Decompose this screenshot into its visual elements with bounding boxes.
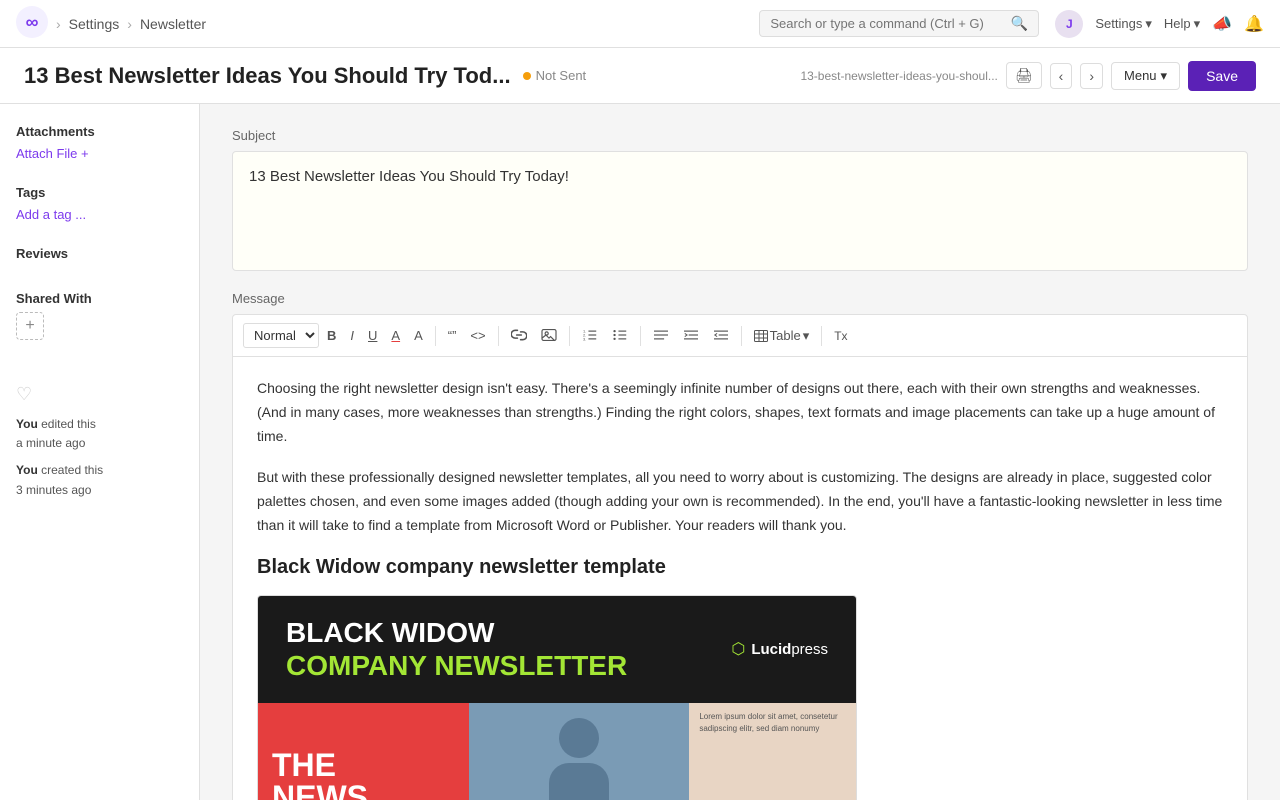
nav-actions: J Settings ▾ Help ▾ 📣 🔔 [1055,10,1264,38]
editor-para-2: But with these professionally designed n… [257,466,1223,537]
editor-toolbar: Normal B I U A A “” <> [233,315,1247,357]
slug-text: 13-best-newsletter-ideas-you-shoul... [800,69,997,83]
bold-button[interactable]: B [321,325,342,346]
shared-with-title: Shared With [16,291,183,306]
toolbar-divider-6 [821,326,822,346]
tags-title: Tags [16,185,183,200]
attachments-section: Attachments Attach File + [16,124,183,161]
main-layout: Attachments Attach File + Tags Add a tag… [0,104,1280,800]
indent-right-button[interactable] [677,324,705,348]
mockup-news-line1: THE [272,749,336,781]
prev-button[interactable]: ‹ [1050,63,1073,89]
font-color-button[interactable]: A [385,325,406,346]
reviews-section: Reviews [16,246,183,267]
link-button[interactable] [505,324,533,348]
shared-add-button[interactable]: + [16,312,44,340]
toolbar-divider-3 [569,326,570,346]
clear-format-button[interactable]: Tx [828,326,853,346]
toolbar-divider-5 [741,326,742,346]
activity-section: ♡ You edited this a minute ago You creat… [16,372,183,500]
table-label: Table [770,328,801,343]
message-section: Normal B I U A A “” <> [232,314,1248,800]
code-button[interactable]: <> [464,325,491,346]
reviews-title: Reviews [16,246,183,261]
subject-label: Subject [232,128,1248,143]
style-select[interactable]: Normal [243,323,319,348]
image-button[interactable] [535,324,563,348]
doc-title: 13 Best Newsletter Ideas You Should Try … [24,63,511,89]
mockup-body: THE NEWS [258,703,856,800]
svg-text:3.: 3. [583,336,586,341]
highlight-button[interactable]: A [408,325,429,346]
attach-file-link[interactable]: Attach File + [16,146,89,161]
mockup-news-line2: NEWS [272,781,368,800]
breadcrumb-newsletter[interactable]: Newsletter [140,16,206,32]
bell-icon[interactable]: 🔔 [1244,14,1264,34]
align-button[interactable] [647,324,675,348]
search-icon: 🔍 [1011,15,1028,32]
toolbar-divider-4 [640,326,641,346]
search-input[interactable] [770,16,1005,31]
unordered-list-button[interactable] [606,324,634,348]
mockup-title-sub: COMPANY NEWSLETTER [286,649,627,683]
table-arrow-icon: ▾ [803,328,810,344]
activity-item-2: You created this 3 minutes ago [16,461,183,499]
toolbar-divider-1 [435,326,436,346]
activity-item-1: You edited this a minute ago [16,415,183,453]
breadcrumb-sep-2: › [127,16,132,32]
shared-with-section: Shared With + [16,291,183,340]
toolbar-divider-2 [498,326,499,346]
status-badge: Not Sent [523,68,587,83]
blockquote-button[interactable]: “” [442,325,463,346]
underline-button[interactable]: U [362,325,383,346]
table-button[interactable]: Table ▾ [748,324,816,348]
editor-heading: Black Widow company newsletter template [257,556,1223,579]
status-text: Not Sent [536,68,587,83]
print-button[interactable]: 🖨 [1006,62,1042,89]
breadcrumb-sep-1: › [56,16,61,32]
subject-text: 13 Best Newsletter Ideas You Should Try … [249,168,1231,185]
search-bar[interactable]: 🔍 [759,10,1039,37]
editor-content[interactable]: Choosing the right newsletter design isn… [233,357,1247,800]
newsletter-mockup-image: BLACK WIDOW COMPANY NEWSLETTER ⬡ Lucidpr… [257,595,857,800]
mockup-red-section: THE NEWS [258,703,469,800]
logo[interactable]: ∞ [16,6,48,41]
mockup-sidebar-text: Lorem ipsum dolor sit amet, consetetur s… [699,711,846,735]
message-label: Message [232,291,1248,306]
settings-nav-button[interactable]: Settings ▾ [1095,16,1152,32]
mockup-logo: ⬡ Lucidpress [731,639,828,659]
save-button[interactable]: Save [1188,61,1256,91]
mockup-sidebar-section: Lorem ipsum dolor sit amet, consetetur s… [689,703,856,800]
svg-text:∞: ∞ [26,12,39,32]
add-tag-link[interactable]: Add a tag ... [16,207,86,222]
tags-section: Tags Add a tag ... [16,185,183,222]
avatar[interactable]: J [1055,10,1083,38]
breadcrumb-settings[interactable]: Settings [69,16,120,32]
mockup-logo-icon: ⬡ [731,639,745,659]
mockup-titles: BLACK WIDOW COMPANY NEWSLETTER [286,616,627,683]
italic-button[interactable]: I [344,325,360,346]
help-nav-button[interactable]: Help ▾ [1164,16,1200,32]
editor-para-1: Choosing the right newsletter design isn… [257,377,1223,448]
subject-box[interactable]: 13 Best Newsletter Ideas You Should Try … [232,151,1248,271]
status-dot [523,72,531,80]
next-button[interactable]: › [1080,63,1103,89]
megaphone-icon[interactable]: 📣 [1212,14,1232,34]
sidebar: Attachments Attach File + Tags Add a tag… [0,104,200,800]
heart-icon: ♡ [16,384,183,405]
ordered-list-button[interactable]: 1. 2. 3. [576,324,604,348]
title-actions: 13-best-newsletter-ideas-you-shoul... 🖨 … [800,61,1256,91]
mockup-logo-text: Lucidpress [751,641,828,658]
content-area: Subject 13 Best Newsletter Ideas You Sho… [200,104,1280,800]
indent-left-button[interactable] [707,324,735,348]
mockup-title-main: BLACK WIDOW [286,616,627,650]
mockup-photo-section [469,703,689,800]
top-nav: ∞ › Settings › Newsletter 🔍 J Settings ▾… [0,0,1280,48]
attachments-title: Attachments [16,124,183,139]
mockup-header: BLACK WIDOW COMPANY NEWSLETTER ⬡ Lucidpr… [258,596,856,703]
menu-button[interactable]: Menu ▾ [1111,62,1180,90]
title-bar: 13 Best Newsletter Ideas You Should Try … [0,48,1280,104]
